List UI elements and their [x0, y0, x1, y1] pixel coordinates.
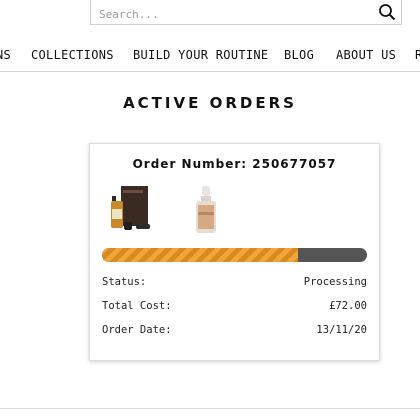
total-cost-label: Total Cost: [102, 300, 172, 312]
order-card: Order Number: 250677057 Status: Processi… [89, 143, 380, 361]
nav-item-partial-right[interactable]: R [415, 48, 420, 62]
nav-item-blog[interactable]: BLOG [284, 48, 314, 62]
order-number: Order Number: 250677057 [132, 157, 337, 171]
search-bar[interactable] [90, 0, 402, 25]
nav-item-collections[interactable]: COLLECTIONS [31, 48, 114, 62]
status-value: Processing [303, 276, 367, 288]
nav-item-build-your-routine[interactable]: BUILD YOUR ROUTINE [133, 48, 268, 62]
page-divider [0, 408, 420, 409]
nav-item-about-us[interactable]: ABOUT US [336, 48, 396, 62]
order-date-value: 13/11/20 [316, 324, 367, 336]
total-cost-row: Total Cost: £72.00 [102, 300, 367, 314]
product-image-serum[interactable] [182, 184, 230, 236]
order-progress-bar [102, 248, 367, 262]
order-date-row: Order Date: 13/11/20 [102, 324, 367, 338]
order-date-label: Order Date: [102, 324, 172, 336]
search-icon[interactable] [378, 3, 396, 21]
product-image-kit[interactable] [108, 184, 156, 236]
page-title: ACTIVE ORDERS [123, 94, 297, 112]
status-label: Status: [102, 276, 147, 288]
order-progress-fill [102, 248, 299, 262]
status-row: Status: Processing [102, 276, 367, 290]
search-input[interactable] [97, 4, 371, 24]
nav-item-partial-left[interactable]: NS [0, 48, 11, 62]
total-cost-value: £72.00 [329, 300, 367, 312]
main-nav: NS COLLECTIONS BUILD YOUR ROUTINE BLOG A… [0, 38, 420, 72]
